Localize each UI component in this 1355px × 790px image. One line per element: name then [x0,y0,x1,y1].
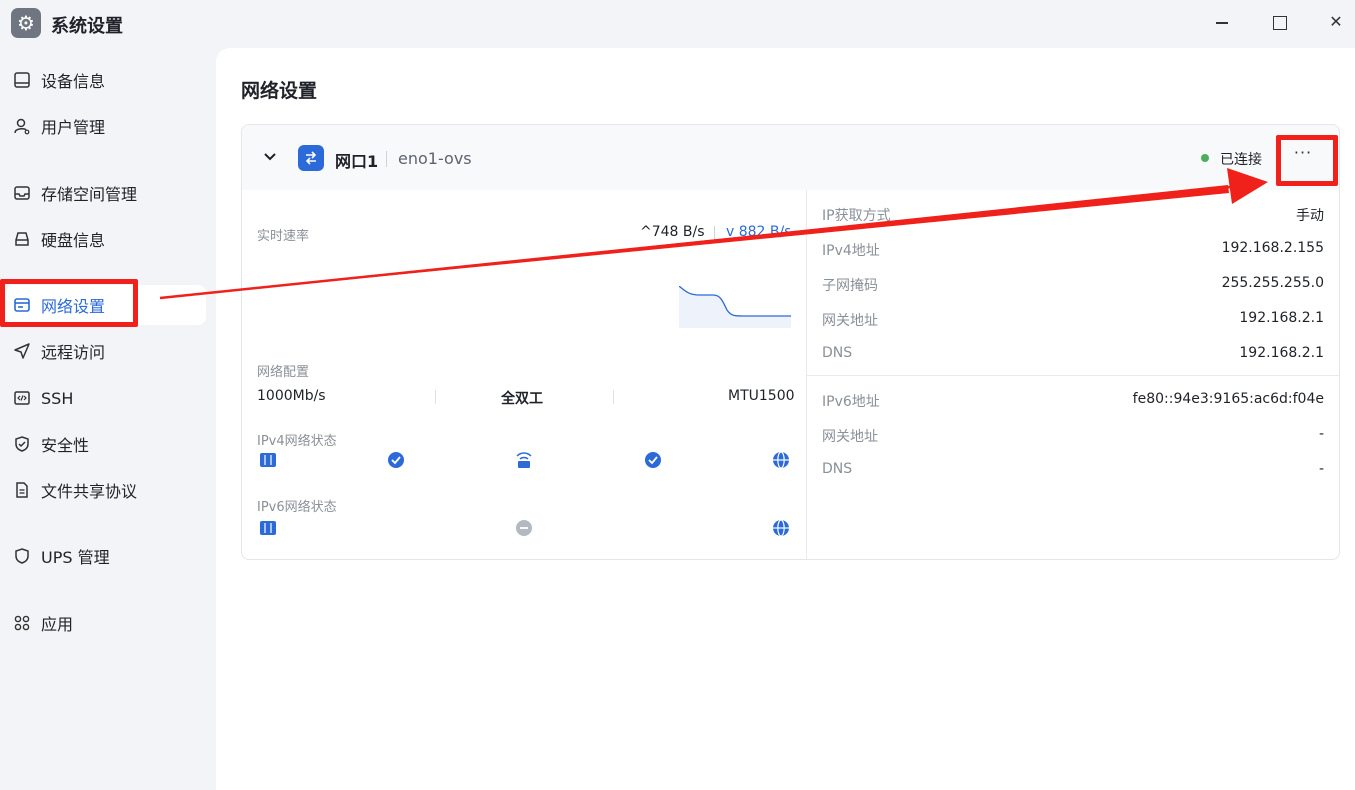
divider [807,375,1339,376]
sidebar-item-label: 设备信息 [41,72,106,91]
settings-gear-icon: ⚙ [11,8,41,38]
user-settings-icon [12,116,32,136]
code-icon [12,388,32,408]
ip-info-key: DNS [822,461,853,477]
divider [435,390,436,404]
link-speed: 1000Mb/s [257,388,326,404]
ipv4-status-diagram [260,451,789,469]
sidebar-item-label: 用户管理 [41,118,106,137]
sidebar-item-device-info[interactable]: 设备信息 [6,60,206,100]
inbox-icon [12,183,32,203]
status-dot [1201,154,1209,162]
mtu-value: MTU1500 [728,388,795,404]
ip-info-key: 子网掩码 [822,278,878,294]
annotation-highlight-box [0,279,138,327]
divider [386,151,387,167]
network-config-label: 网络配置 [257,365,310,380]
ip-info-row: 网关地址 - [822,426,1324,446]
sidebar-item-label: SSH [41,388,74,408]
port-device-name: eno1-ovs [398,149,472,168]
ip-info-value: 192.168.2.1 [1239,310,1324,326]
speed-sparkline [679,286,791,328]
ip-info-key: 网关地址 [822,429,878,445]
ipv6-status-diagram [260,519,789,537]
sidebar-item-ssh[interactable]: SSH [6,378,206,418]
sidebar-item-apps[interactable]: 应用 [6,603,206,643]
port-swap-icon [298,145,324,171]
network-port-card: 网口1 eno1-ovs 已连接 ··· 实时速率 ^748 B/s v 882… [241,124,1340,560]
ip-info-value: - [1318,426,1324,442]
ip-info-key: IPv6地址 [822,394,880,410]
port-name: 网口1 [335,152,379,171]
sidebar-item-storage[interactable]: 存储空间管理 [6,173,206,213]
disconnected-icon [516,520,532,536]
network-status-pane: 实时速率 ^748 B/s v 882 B/s 网络配置 1000Mb/s 全双… [242,190,806,559]
duplex-mode: 全双工 [501,391,543,407]
sidebar-item-label: 存储空间管理 [41,185,138,204]
globe-icon [773,451,789,469]
device-icon [260,521,276,535]
sidebar: 设备信息 用户管理 存储空间管理 硬盘信息 网络设置 远程访问 SSH 安全性 … [0,46,216,790]
ip-info-row: IPv6地址 fe80::94e3:9165:ac6d:f04e [822,391,1324,411]
ip-info-row: DNS - [822,461,1324,481]
ip-info-row: 网关地址 192.168.2.1 [822,310,1324,330]
connection-status: 已连接 [1220,152,1262,168]
ip-info-key: 网关地址 [822,313,878,329]
check-circle-icon [388,452,404,468]
sidebar-item-remote-access[interactable]: 远程访问 [6,331,206,371]
sidebar-item-user-management[interactable]: 用户管理 [6,106,206,146]
ip-info-key: DNS [822,345,853,361]
sidebar-item-disk-info[interactable]: 硬盘信息 [6,219,206,259]
ip-info-value: 192.168.2.155 [1221,240,1324,256]
sidebar-item-label: 安全性 [41,436,90,455]
sidebar-item-label: UPS 管理 [41,548,110,567]
realtime-speed-label: 实时速率 [257,229,310,244]
annotation-highlight-box [1276,135,1338,186]
check-circle-icon [645,452,661,468]
sidebar-item-security[interactable]: 安全性 [6,424,206,464]
shield-icon [12,546,32,566]
globe-icon [773,519,789,537]
chevron-down-icon[interactable] [262,149,278,165]
document-icon [12,480,32,500]
sidebar-item-label: 应用 [41,615,74,634]
sidebar-item-label: 远程访问 [41,343,106,362]
ip-info-key: IP获取方式 [822,208,891,224]
maximize-button[interactable] [1265,10,1293,34]
ip-info-row: IPv4地址 192.168.2.155 [822,240,1324,260]
close-button[interactable]: ✕ [1322,10,1350,34]
router-icon [516,452,532,468]
main-panel: 网络设置 网口1 eno1-ovs 已连接 ··· 实时速率 ^748 B/s … [216,48,1355,790]
ip-info-row: 子网掩码 255.255.255.0 [822,275,1324,295]
ip-info-row: IP获取方式 手动 [822,205,1324,225]
ip-info-value: fe80::94e3:9165:ac6d:f04e [1132,391,1324,407]
sidebar-item-label: 文件共享协议 [41,482,138,501]
sidebar-item-file-sharing[interactable]: 文件共享协议 [6,470,206,510]
ip-info-value: 192.168.2.1 [1239,345,1324,361]
ip-info-key: IPv4地址 [822,243,880,259]
shield-check-icon [12,434,32,454]
sidebar-item-ups[interactable]: UPS 管理 [6,536,206,576]
title-bar: ⚙ 系统设置 ✕ [0,0,1355,46]
ip-info-value: 255.255.255.0 [1221,275,1324,291]
sidebar-item-label: 硬盘信息 [41,231,106,250]
send-icon [12,341,32,361]
divider [714,226,715,240]
ip-info-value: 手动 [1296,208,1324,224]
minimize-button[interactable] [1208,10,1236,34]
ip-info-row: DNS 192.168.2.1 [822,345,1324,365]
hard-drive-icon [12,229,32,249]
upload-speed: ^748 B/s [640,224,705,240]
ip-info-value: - [1318,461,1324,477]
download-speed: v 882 B/s [726,224,790,240]
monitor-icon [12,70,32,90]
window-title: 系统设置 [51,16,123,37]
card-header: 网口1 eno1-ovs 已连接 ··· [242,125,1339,190]
page-title: 网络设置 [241,80,318,102]
divider [613,390,614,404]
device-icon [260,453,276,467]
apps-grid-icon [12,613,32,633]
